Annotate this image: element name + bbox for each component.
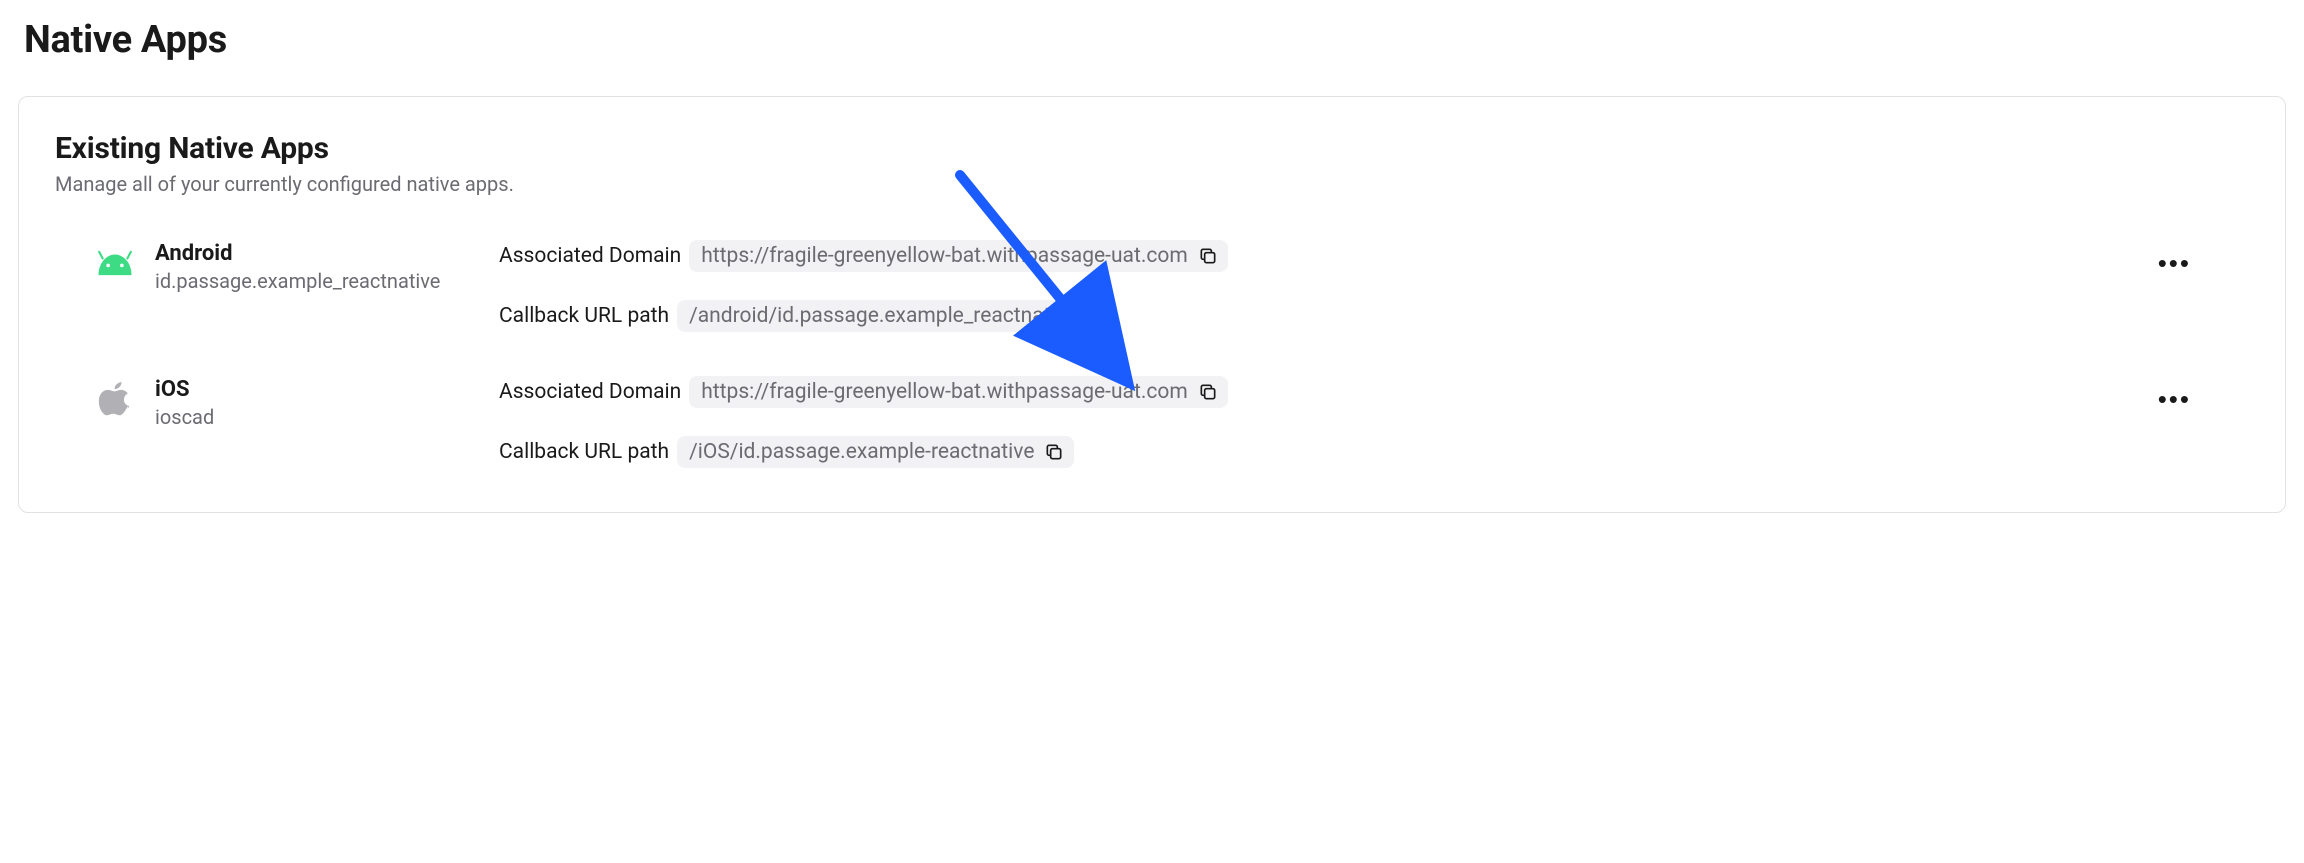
page-title: Native Apps [24,18,2286,62]
domain-chip: https://fragile-greenyellow-bat.withpass… [689,240,1228,272]
app-row-ios: iOS ioscad Associated Domain https://fra… [55,376,2249,468]
copy-icon [1044,442,1064,462]
app-id: ioscad [155,404,214,430]
callback-chip: /iOS/id.passage.example-reactnative [677,436,1074,468]
callback-path-field: Callback URL path /android/id.passage.ex… [499,300,2249,332]
copy-icon [1198,246,1218,266]
more-horizontal-icon: ••• [2158,384,2191,414]
android-icon [93,240,137,284]
field-label-callback: Callback URL path [499,304,669,328]
card-subtitle: Manage all of your currently configured … [55,172,2249,196]
domain-chip: https://fragile-greenyellow-bat.withpass… [689,376,1228,408]
app-id: id.passage.example_reactnative [155,268,440,294]
app-name: Android [155,240,440,268]
app-name: iOS [155,376,214,404]
card-title: Existing Native Apps [55,131,2249,166]
copy-icon [1087,306,1107,326]
domain-value: https://fragile-greenyellow-bat.withpass… [701,244,1188,268]
field-label-callback: Callback URL path [499,440,669,464]
more-options-button[interactable]: ••• [2152,244,2197,282]
associated-domain-field: Associated Domain https://fragile-greeny… [499,240,2249,272]
more-options-button[interactable]: ••• [2152,380,2197,418]
more-horizontal-icon: ••• [2158,248,2191,278]
callback-value: /android/id.passage.example_reactnative [689,304,1077,328]
native-apps-card: Existing Native Apps Manage all of your … [18,96,2286,513]
app-row-android: Android id.passage.example_reactnative A… [55,240,2249,332]
copy-callback-button[interactable] [1034,442,1064,462]
apple-icon [93,376,137,420]
callback-chip: /android/id.passage.example_reactnative [677,300,1117,332]
associated-domain-field: Associated Domain https://fragile-greeny… [499,376,2249,408]
copy-domain-button[interactable] [1188,246,1218,266]
domain-value: https://fragile-greenyellow-bat.withpass… [701,380,1188,404]
field-label-domain: Associated Domain [499,380,681,404]
copy-domain-button[interactable] [1188,382,1218,402]
copy-icon [1198,382,1218,402]
copy-callback-button[interactable] [1077,306,1107,326]
callback-value: /iOS/id.passage.example-reactnative [689,440,1034,464]
field-label-domain: Associated Domain [499,244,681,268]
callback-path-field: Callback URL path /iOS/id.passage.exampl… [499,436,2249,468]
